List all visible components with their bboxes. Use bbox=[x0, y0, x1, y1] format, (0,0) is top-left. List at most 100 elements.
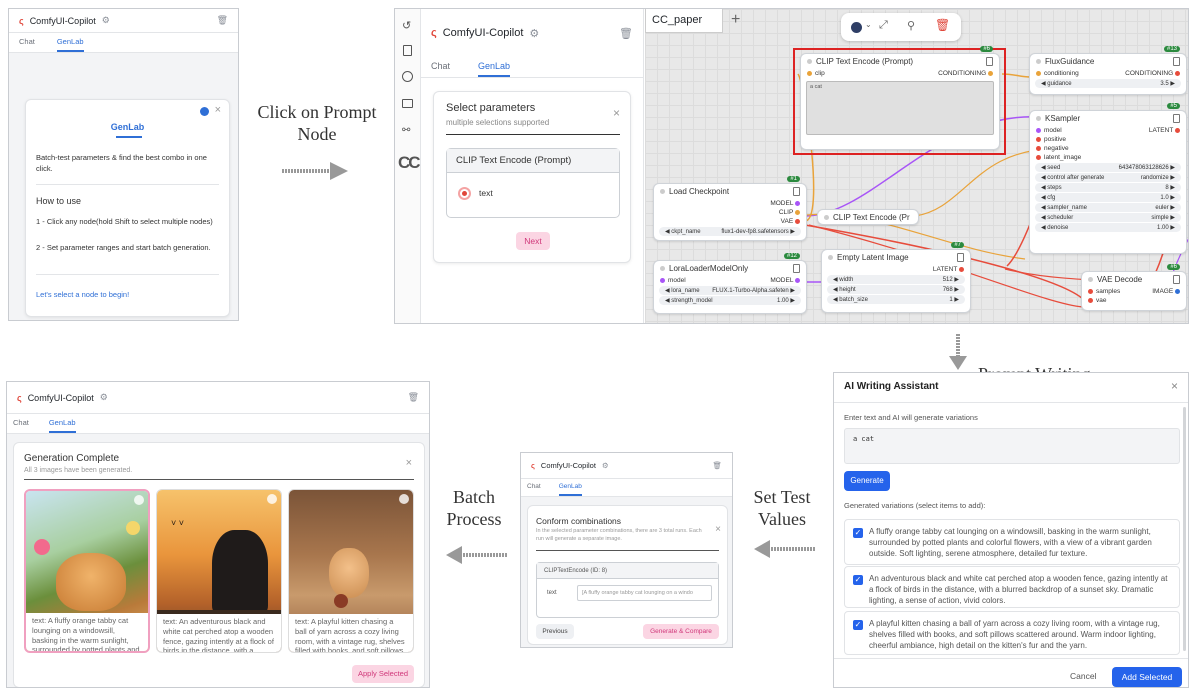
lora-name-widget[interactable]: ◀ lora_name FLUX.1-Turbo-Alpha.safeten ▶ bbox=[659, 286, 801, 295]
node-vae-decode[interactable]: #6 VAE Decode samples IMAGE vae bbox=[1081, 264, 1187, 311]
node-badge: #6 bbox=[1167, 264, 1180, 270]
instruction-text: Enter text and AI will generate variatio… bbox=[844, 413, 978, 422]
tab-chat[interactable]: Chat bbox=[19, 33, 35, 52]
expand-icon[interactable] bbox=[399, 494, 409, 504]
node-badge: #7 bbox=[951, 242, 964, 248]
confirm-combinations-panel: ς ComfyUI-Copilot ⚙ 🗑 Chat GenLab Confor… bbox=[520, 452, 733, 648]
document-icon[interactable] bbox=[403, 45, 412, 56]
scheduler-widget[interactable]: ◀ scheduler simple ▶ bbox=[1035, 213, 1181, 222]
node-empty-latent[interactable]: #7 Empty Latent Image LATENT ◀ width 512 … bbox=[821, 242, 971, 313]
tab-chat[interactable]: Chat bbox=[13, 414, 29, 433]
result-image-card[interactable]: text: A fluffy orange tabby cat lounging… bbox=[24, 489, 150, 653]
document-icon[interactable] bbox=[793, 264, 800, 273]
card-description: In the selected parameter combinations, … bbox=[536, 528, 702, 542]
arrow-label-set-test-values: Set Test Values bbox=[753, 487, 811, 529]
denoise-widget[interactable]: ◀ denoise 1.00 ▶ bbox=[1035, 223, 1181, 232]
history-icon[interactable]: ↺ bbox=[402, 19, 411, 32]
trash-icon[interactable]: 🗑 bbox=[408, 392, 419, 403]
genlab-intro-panel: ς ComfyUI-Copilot ⚙ 🗑 Chat GenLab × GenL… bbox=[8, 8, 239, 321]
close-icon[interactable]: × bbox=[215, 104, 221, 116]
trash-icon[interactable]: 🗑 bbox=[217, 15, 228, 26]
expand-icon[interactable] bbox=[267, 494, 277, 504]
scrollbar[interactable] bbox=[1183, 407, 1186, 651]
right-arrow-icon bbox=[282, 162, 348, 180]
prompt-textarea[interactable]: a cat bbox=[806, 81, 994, 135]
cube-icon[interactable] bbox=[402, 71, 413, 82]
node-clip-text-encode-collapsed[interactable]: CLIP Text Encode (Pr bbox=[817, 209, 919, 225]
document-icon[interactable] bbox=[1173, 57, 1180, 66]
radio-selected-icon[interactable] bbox=[458, 187, 471, 200]
prompt-input[interactable]: a cat bbox=[844, 428, 1180, 464]
generate-compare-button[interactable]: Generate & Compare bbox=[643, 624, 719, 639]
trash-icon[interactable]: 🗑 bbox=[619, 27, 633, 40]
tab-chat[interactable]: Chat bbox=[431, 57, 450, 77]
generate-button[interactable]: Generate bbox=[844, 471, 890, 491]
node-badge: #1 bbox=[787, 176, 800, 182]
height-widget[interactable]: ◀ height 768 ▶ bbox=[827, 285, 965, 294]
batch-widget[interactable]: ◀ batch_size 1 ▶ bbox=[827, 295, 965, 304]
cfg-widget[interactable]: ◀ cfg 1.0 ▶ bbox=[1035, 193, 1181, 202]
node-ksampler[interactable]: #5 KSampler model LATENT positive negativ… bbox=[1029, 103, 1187, 254]
gear-icon[interactable]: ⚙ bbox=[102, 15, 110, 26]
ckpt-widget[interactable]: ◀ ckpt_name flux1-dev-fp8.safetensors ▶ bbox=[659, 227, 801, 236]
steps-widget[interactable]: ◀ steps 8 ▶ bbox=[1035, 183, 1181, 192]
checkbox-checked-icon[interactable]: ✓ bbox=[853, 528, 863, 538]
trash-icon[interactable]: 🗑 bbox=[712, 461, 722, 470]
close-icon[interactable]: × bbox=[715, 524, 721, 535]
checkbox-checked-icon[interactable]: ✓ bbox=[853, 575, 863, 585]
node-badge: #12 bbox=[783, 253, 800, 259]
sidebar-logo[interactable]: CC bbox=[398, 153, 421, 173]
control-widget[interactable]: ◀ control after generate randomize ▶ bbox=[1035, 173, 1181, 182]
apply-selected-button[interactable]: Apply Selected bbox=[352, 665, 414, 683]
tab-genlab[interactable]: GenLab bbox=[56, 33, 84, 52]
tab-genlab[interactable]: GenLab bbox=[478, 57, 511, 77]
seed-widget[interactable]: ◀ seed 643478063128626 ▶ bbox=[1035, 163, 1181, 172]
node-title: Load Checkpoint bbox=[669, 187, 730, 196]
node-badge: #5 bbox=[1167, 103, 1180, 109]
node-flux-guidance[interactable]: #13 FluxGuidance conditioning CONDITIONIN… bbox=[1029, 46, 1187, 95]
param-option-label[interactable]: text bbox=[479, 188, 493, 198]
result-image-card[interactable]: text: A playful kitten chasing a ball of… bbox=[288, 489, 414, 653]
strength-widget[interactable]: ◀ strength_model 1.00 ▶ bbox=[659, 296, 801, 305]
close-icon[interactable]: × bbox=[406, 457, 412, 469]
result-image-card[interactable]: ˅ ˅ text: An adventurous black and white… bbox=[156, 489, 282, 653]
field-value-input[interactable]: [A fluffy orange tabby cat lounging on a… bbox=[577, 585, 712, 601]
sampler-widget[interactable]: ◀ sampler_name euler ▶ bbox=[1035, 203, 1181, 212]
network-icon[interactable]: ⚯ bbox=[402, 125, 410, 136]
checkbox-checked-icon[interactable]: ✓ bbox=[853, 620, 863, 630]
left-arrow-icon bbox=[446, 546, 508, 564]
variation-item[interactable]: ✓ A fluffy orange tabby cat lounging on a… bbox=[844, 519, 1180, 565]
variation-item[interactable]: ✓ A playful kitten chasing a ball of yarn… bbox=[844, 611, 1180, 655]
width-widget[interactable]: ◀ width 512 ▶ bbox=[827, 275, 965, 284]
node-lora-loader[interactable]: #12 LoraLoaderModelOnly model MODEL ◀ lor… bbox=[653, 253, 807, 314]
close-icon[interactable]: × bbox=[613, 106, 620, 120]
document-icon[interactable] bbox=[1173, 275, 1180, 284]
node-load-checkpoint[interactable]: #1 Load Checkpoint MODEL CLIP VAE ◀ ckpt… bbox=[653, 176, 807, 241]
next-button[interactable]: Next bbox=[516, 232, 550, 250]
begin-link[interactable]: Let's select a node to begin! bbox=[36, 290, 129, 299]
add-selected-button[interactable]: Add Selected bbox=[1112, 667, 1182, 687]
variation-item[interactable]: ✓ An adventurous black and white cat perc… bbox=[844, 566, 1180, 608]
document-icon[interactable] bbox=[986, 57, 993, 66]
tab-chat[interactable]: Chat bbox=[527, 479, 541, 496]
output-conditioning[interactable]: CONDITIONING bbox=[938, 70, 986, 77]
generation-complete-panel: ς ComfyUI-Copilot ⚙ 🗑 Chat GenLab Genera… bbox=[6, 381, 430, 688]
gear-icon[interactable]: ⚙ bbox=[100, 392, 108, 403]
document-icon[interactable] bbox=[1173, 114, 1180, 123]
document-icon[interactable] bbox=[957, 253, 964, 262]
input-clip[interactable]: clip bbox=[815, 70, 825, 77]
select-parameters-card: Select parameters multiple selections su… bbox=[433, 91, 631, 263]
tab-genlab[interactable]: GenLab bbox=[558, 479, 582, 496]
guidance-widget[interactable]: ◀ guidance 3.5 ▶ bbox=[1035, 79, 1181, 88]
close-icon[interactable]: × bbox=[1171, 379, 1178, 393]
node-canvas[interactable]: CC_paper + ⌄ ⤢ ⚲ 🗑 #6 CLIP Text Encode (… bbox=[645, 9, 1188, 323]
node-clip-text-encode-prompt[interactable]: #6 CLIP Text Encode (Prompt) clip CONDITI… bbox=[800, 46, 1000, 150]
expand-icon[interactable] bbox=[134, 495, 144, 505]
gear-icon[interactable]: ⚙ bbox=[602, 461, 609, 470]
folder-icon[interactable] bbox=[402, 99, 413, 108]
gear-icon[interactable]: ⚙ bbox=[529, 27, 539, 40]
previous-button[interactable]: Previous bbox=[536, 624, 574, 639]
document-icon[interactable] bbox=[793, 187, 800, 196]
tab-genlab[interactable]: GenLab bbox=[48, 414, 76, 433]
cancel-button[interactable]: Cancel bbox=[1070, 671, 1096, 681]
